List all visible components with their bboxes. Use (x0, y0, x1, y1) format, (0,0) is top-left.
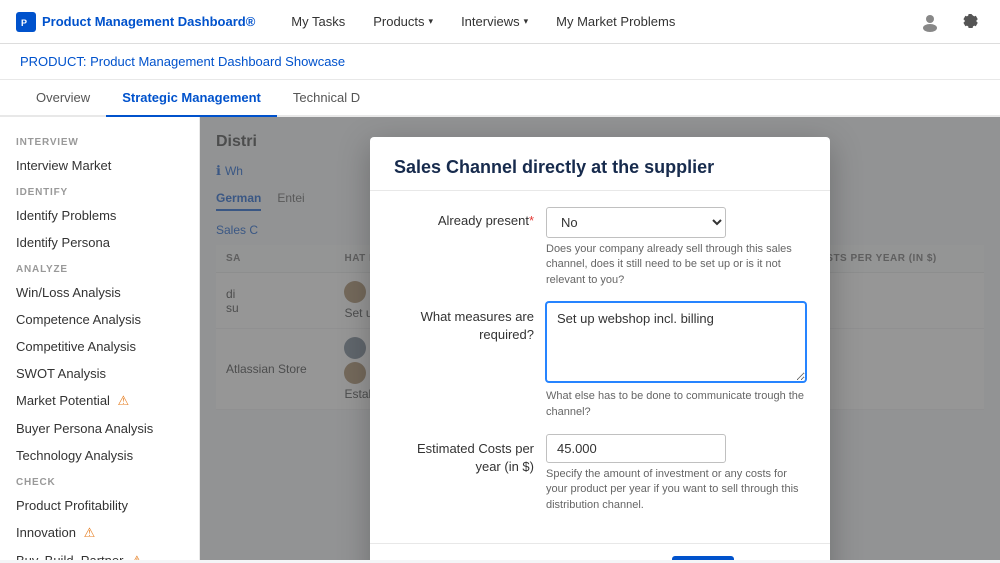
sidebar-item-buyer-persona[interactable]: Buyer Persona Analysis (0, 415, 199, 442)
page-title: Product Management Dashboard Showcase (90, 54, 345, 69)
measures-textarea[interactable]: Set up webshop incl. billing (546, 302, 806, 382)
modal-header: Sales Channel directly at the supplier (370, 137, 830, 191)
sidebar-item-competitive[interactable]: Competitive Analysis (0, 333, 199, 360)
sidebar-section-analyze: ANALYZE (0, 256, 199, 279)
already-present-select[interactable]: No Yes Not relevant (546, 207, 726, 238)
sidebar-item-identify-problems[interactable]: Identify Problems (0, 202, 199, 229)
sidebar-section-check: CHECK (0, 469, 199, 492)
page-prefix: PRODUCT: (20, 54, 90, 69)
warning-icon-innovation: ⚠ (84, 525, 96, 540)
already-present-control: No Yes Not relevant Does your company al… (546, 207, 806, 288)
sidebar-item-product-profitability[interactable]: Product Profitability (0, 492, 199, 519)
sidebar-section-identify: IDENTIFY (0, 179, 199, 202)
modal-footer: Save Cancel (370, 543, 830, 560)
measures-hint: What else has to be done to communicate … (546, 389, 806, 420)
costs-input[interactable] (546, 434, 726, 463)
user-avatar-button[interactable] (916, 8, 944, 36)
app-brand[interactable]: P Product Management Dashboard® (16, 12, 255, 32)
warning-icon-market: ⚠ (118, 393, 130, 408)
form-row-measures: What measures are required? Set up websh… (394, 302, 806, 420)
save-button[interactable]: Save (672, 556, 734, 560)
tabs-bar: Overview Strategic Management Technical … (0, 80, 1000, 117)
sidebar-item-innovation[interactable]: Innovation ⚠ (0, 519, 199, 547)
sidebar-item-swot[interactable]: SWOT Analysis (0, 360, 199, 387)
already-present-label: Already present* (394, 207, 534, 228)
nav-interviews[interactable]: Interviews ▾ (449, 6, 540, 37)
page-header: PRODUCT: Product Management Dashboard Sh… (0, 44, 1000, 80)
brand-label: Product Management Dashboard® (42, 14, 255, 29)
already-present-hint: Does your company already sell through t… (546, 242, 806, 288)
nav-products[interactable]: Products ▾ (361, 6, 445, 37)
cancel-button[interactable]: Cancel (742, 556, 806, 560)
tab-technical[interactable]: Technical D (277, 80, 376, 117)
costs-control: Specify the amount of investment or any … (546, 434, 806, 513)
top-nav: P Product Management Dashboard® My Tasks… (0, 0, 1000, 44)
modal-dialog: Sales Channel directly at the supplier A… (370, 137, 830, 560)
required-marker: * (529, 213, 534, 228)
main-layout: INTERVIEW Interview Market IDENTIFY Iden… (0, 117, 1000, 560)
brand-icon: P (16, 12, 36, 32)
content-area: Distri ℹ Wh German Entei Sales C SA HAT … (200, 117, 1000, 560)
interviews-dropdown-icon: ▾ (524, 16, 529, 27)
nav-market-problems[interactable]: My Market Problems (544, 6, 687, 37)
sidebar: INTERVIEW Interview Market IDENTIFY Iden… (0, 117, 200, 560)
form-row-costs: Estimated Costs per year (in $) Specify … (394, 434, 806, 513)
sidebar-item-identify-persona[interactable]: Identify Persona (0, 229, 199, 256)
measures-label: What measures are required? (394, 302, 534, 344)
measures-control: Set up webshop incl. billing What else h… (546, 302, 806, 420)
modal-title: Sales Channel directly at the supplier (394, 157, 806, 178)
products-dropdown-icon: ▾ (429, 16, 434, 27)
modal-body: Already present* No Yes Not relevant Doe… (370, 191, 830, 543)
tab-overview[interactable]: Overview (20, 80, 106, 117)
svg-text:P: P (21, 18, 27, 28)
nav-links: My Tasks Products ▾ Interviews ▾ My Mark… (279, 6, 892, 37)
costs-hint: Specify the amount of investment or any … (546, 467, 806, 513)
settings-button[interactable] (956, 8, 984, 36)
sidebar-item-interview-market[interactable]: Interview Market (0, 152, 199, 179)
nav-my-tasks[interactable]: My Tasks (279, 6, 357, 37)
sidebar-item-win-loss[interactable]: Win/Loss Analysis (0, 279, 199, 306)
warning-icon-bbp: ⚠ (131, 553, 143, 560)
costs-label: Estimated Costs per year (in $) (394, 434, 534, 476)
tab-strategic-management[interactable]: Strategic Management (106, 80, 277, 117)
sidebar-section-interview: INTERVIEW (0, 129, 199, 152)
sidebar-item-buy-build-partner[interactable]: Buy, Build, Partner ⚠ (0, 547, 199, 560)
sidebar-item-competence[interactable]: Competence Analysis (0, 306, 199, 333)
nav-icons (916, 8, 984, 36)
sidebar-item-market-potential[interactable]: Market Potential ⚠ (0, 387, 199, 415)
form-row-already-present: Already present* No Yes Not relevant Doe… (394, 207, 806, 288)
modal-overlay[interactable]: Sales Channel directly at the supplier A… (200, 117, 1000, 560)
sidebar-item-technology[interactable]: Technology Analysis (0, 442, 199, 469)
